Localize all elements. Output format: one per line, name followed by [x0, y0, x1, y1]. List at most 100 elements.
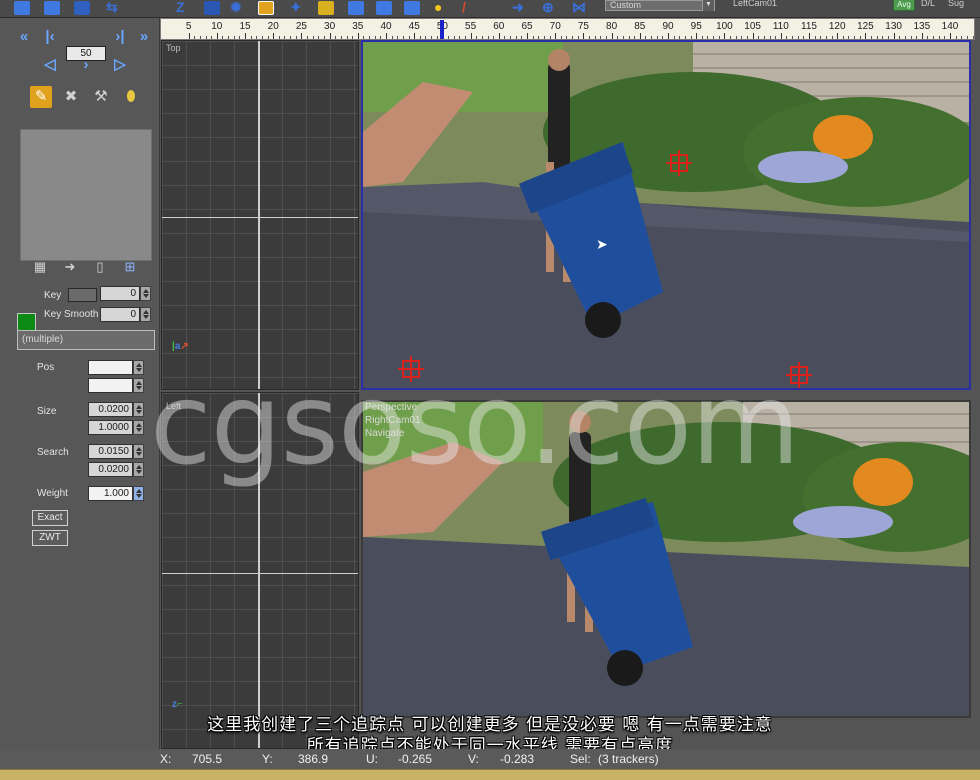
timeline-tick-label: 65	[521, 21, 533, 32]
next-frame-icon[interactable]: ▷	[110, 56, 130, 74]
save-file-icon[interactable]	[74, 1, 90, 15]
timeline-tick-label: 10	[211, 21, 223, 32]
step-back-key-icon[interactable]: |‹	[40, 28, 60, 46]
size-width-field[interactable]: 0.0200	[88, 402, 133, 417]
timeline-minor-tick	[746, 36, 748, 39]
search-height-spinner[interactable]	[133, 462, 144, 477]
left-view-axis-vertical	[258, 393, 260, 748]
delete-tool-icon[interactable]: ✖	[60, 86, 82, 108]
fast-forward-icon[interactable]: »	[134, 28, 154, 46]
timeline-ruler[interactable]: 5101520253035404550556065707580859095100…	[160, 18, 975, 40]
playhead[interactable]	[440, 20, 445, 39]
size-height-spinner[interactable]	[133, 420, 144, 435]
top-view[interactable]: Top |a↗	[161, 40, 359, 390]
timeline-minor-tick	[730, 36, 732, 39]
timeline-minor-tick	[871, 36, 873, 39]
timeline-tick-label: 75	[577, 21, 589, 32]
tracker-marker[interactable]	[666, 150, 692, 176]
size-width-spinner[interactable]	[133, 402, 144, 417]
timeline-minor-tick	[966, 36, 968, 39]
search-width-spinner[interactable]	[133, 444, 144, 459]
timeline-minor-tick	[831, 36, 833, 39]
tracker-marker[interactable]	[398, 356, 424, 382]
left-view[interactable]: Left z⌐	[161, 392, 359, 749]
pencil-tool-icon[interactable]: ✎	[30, 86, 52, 108]
timeline-minor-tick	[295, 36, 297, 39]
timeline-minor-tick	[448, 36, 450, 39]
zwt-button[interactable]: ZWT	[32, 530, 68, 546]
cylinder-icon[interactable]: ▯	[90, 258, 110, 276]
avg-button[interactable]: Avg	[893, 0, 915, 11]
step-forward-key-icon[interactable]: ›|	[110, 28, 130, 46]
forward-arrow-icon[interactable]: ➜	[512, 0, 524, 16]
key-smooth-field[interactable]: 0	[100, 307, 140, 322]
key-spinner[interactable]	[140, 286, 151, 301]
tracker-marker[interactable]	[786, 362, 812, 388]
undo-redo-icon[interactable]: ⇆	[106, 0, 118, 16]
timeline-minor-tick	[464, 36, 466, 39]
top-view-axis-horizontal	[162, 217, 358, 218]
layout-grid-icon[interactable]: ⊞	[120, 258, 140, 276]
pos-x-field[interactable]	[88, 360, 133, 375]
timeline-tick-label: 80	[606, 21, 618, 32]
gear-icon[interactable]: ✹	[230, 0, 242, 16]
timeline-tick-label: 135	[913, 21, 931, 32]
pos-y-field[interactable]	[88, 378, 133, 393]
tracker-name-field[interactable]: (multiple)	[17, 330, 155, 350]
search-width-field[interactable]: 0.0150	[88, 444, 133, 459]
camera-view-right[interactable]: Perspective RightCam01 Navigate	[361, 400, 971, 718]
key-field[interactable]: 0	[100, 286, 140, 301]
timeline-minor-tick	[701, 36, 703, 39]
arrow-right-icon[interactable]: ➜	[60, 258, 80, 276]
main-toolbar: ⇆ Z ✹ ✦ ● / ➜ ⊕ ⋈ Custom ▼ LeftCam01 Avg…	[0, 0, 980, 18]
dl-label[interactable]: D/L	[921, 0, 935, 8]
paint-icon[interactable]	[376, 1, 392, 15]
exact-button[interactable]: Exact	[32, 510, 68, 526]
lightbulb-icon[interactable]: ●	[434, 0, 442, 15]
timeline-minor-tick	[205, 36, 207, 39]
timeline-major-tick	[470, 33, 472, 39]
sug-label[interactable]: Sug	[948, 0, 964, 8]
network-icon[interactable]: ⋈	[572, 0, 586, 16]
open-file-icon[interactable]	[44, 1, 60, 15]
size-height-field[interactable]: 1.0000	[88, 420, 133, 435]
view-layout-select[interactable]: Custom ▼	[605, 0, 715, 11]
timeline-minor-tick	[758, 36, 760, 39]
timeline-minor-tick	[825, 36, 827, 39]
solver-icon[interactable]: ✦	[290, 0, 302, 16]
hammer-tool-icon[interactable]: ⚒	[90, 86, 112, 108]
cylinder-tool-icon[interactable]: ⬮	[120, 86, 142, 108]
timeline-tick-label: 60	[493, 21, 505, 32]
rewind-to-start-icon[interactable]: «	[14, 28, 34, 46]
camera-view-left[interactable]: ➤	[361, 40, 971, 390]
weight-field[interactable]: 1.000	[88, 486, 133, 501]
pos-y-spinner[interactable]	[133, 378, 144, 393]
timeline-minor-tick	[938, 36, 940, 39]
magnify-icon[interactable]: ⊕	[542, 0, 554, 16]
document-icon[interactable]	[348, 1, 364, 15]
new-file-icon[interactable]	[14, 1, 30, 15]
play-icon[interactable]: ›	[76, 56, 96, 74]
grid-icon[interactable]: ▦	[30, 258, 50, 276]
pos-x-spinner[interactable]	[133, 360, 144, 375]
search-height-field[interactable]: 0.0200	[88, 462, 133, 477]
timeline-minor-tick	[521, 36, 523, 39]
key-smooth-spinner[interactable]	[140, 307, 151, 322]
z-axis-icon[interactable]: Z	[176, 0, 185, 15]
timeline-minor-tick	[944, 36, 946, 39]
brush-icon[interactable]: /	[462, 0, 466, 15]
camera-icon[interactable]	[204, 1, 220, 15]
timeline-tick-label: 45	[408, 21, 420, 32]
chevron-down-icon[interactable]: ▼	[702, 0, 714, 11]
weight-spinner[interactable]	[133, 486, 144, 501]
key-toggle-button[interactable]	[68, 288, 97, 302]
tracker-tool-icon[interactable]	[258, 1, 274, 15]
previous-frame-icon[interactable]: ◁	[40, 56, 60, 74]
timeline-minor-tick	[312, 36, 314, 39]
folder-icon[interactable]	[318, 1, 334, 15]
timeline-tick-label: 40	[380, 21, 392, 32]
timeline-minor-tick	[600, 36, 602, 39]
timeline-minor-tick	[431, 36, 433, 39]
timeline-minor-tick	[487, 36, 489, 39]
export-icon[interactable]	[404, 1, 420, 15]
